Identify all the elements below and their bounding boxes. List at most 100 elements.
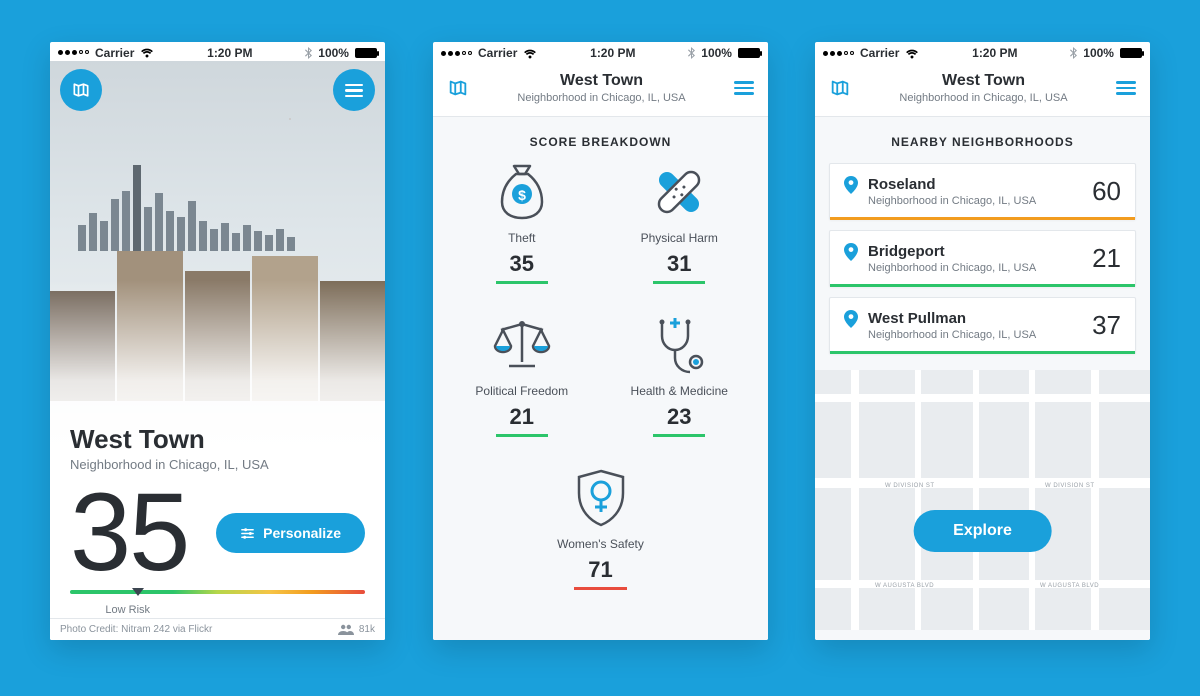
pin-icon (844, 176, 858, 194)
carrier-label: Carrier (478, 46, 517, 60)
statusbar: Carrier 1:20 PM 100% (50, 42, 385, 61)
nearby-score: 37 (1092, 310, 1121, 341)
metric-label: Women's Safety (557, 537, 644, 551)
personalize-label: Personalize (263, 525, 341, 541)
svg-text:$: $ (518, 187, 526, 203)
metric-womens-safety[interactable]: Women's Safety 71 (557, 465, 644, 590)
road-label: W AUGUSTA BLVD (875, 583, 934, 589)
carrier-label: Carrier (860, 46, 899, 60)
shield-female-icon (568, 465, 634, 531)
risk-gauge: Low Risk (70, 590, 365, 616)
clock-label: 1:20 PM (590, 46, 635, 60)
scores-body: SCORE BREAKDOWN $ Theft 35 Physical Harm… (433, 117, 768, 640)
population-label: 81k (359, 624, 375, 635)
header-subtitle: Neighborhood in Chicago, IL, USA (469, 92, 734, 104)
score-bar (830, 351, 1135, 354)
carrier-label: Carrier (95, 46, 134, 60)
phone-overview: Carrier 1:20 PM 100% (50, 42, 385, 640)
header-title: West Town (469, 72, 734, 90)
map[interactable]: W DIVISION ST W DIVISION ST W AUGUSTA BL… (815, 370, 1150, 630)
metric-health-medicine[interactable]: Health & Medicine 23 (601, 312, 759, 437)
signal-dots-icon (58, 50, 89, 55)
bluetooth-icon (305, 47, 312, 59)
menu-button[interactable] (333, 69, 375, 111)
nearby-item[interactable]: Bridgeport Neighborhood in Chicago, IL, … (829, 230, 1136, 287)
hero-footer: Photo Credit: Nitram 242 via Flickr 81k (50, 618, 385, 640)
app-logo-button[interactable] (60, 69, 102, 111)
metric-theft[interactable]: $ Theft 35 (443, 159, 601, 284)
app-header: West Town Neighborhood in Chicago, IL, U… (433, 62, 768, 117)
hamburger-icon (345, 84, 363, 98)
explore-label: Explore (953, 522, 1012, 540)
section-title: SCORE BREAKDOWN (433, 117, 768, 159)
metric-value: 23 (653, 404, 705, 437)
app-header: West Town Neighborhood in Chicago, IL, U… (815, 62, 1150, 117)
header-subtitle: Neighborhood in Chicago, IL, USA (851, 92, 1116, 104)
explore-button[interactable]: Explore (913, 510, 1052, 552)
overall-score: 35 (70, 478, 188, 588)
header-title: West Town (851, 72, 1116, 90)
nearby-item[interactable]: West Pullman Neighborhood in Chicago, IL… (829, 297, 1136, 354)
road-label: W DIVISION ST (885, 483, 935, 489)
personalize-button[interactable]: Personalize (216, 513, 365, 553)
gauge-indicator-icon (132, 588, 144, 596)
stethoscope-icon (646, 312, 712, 378)
metric-label: Theft (508, 231, 535, 245)
menu-button[interactable] (734, 81, 754, 95)
clock-label: 1:20 PM (207, 46, 252, 60)
nearby-score: 60 (1092, 176, 1121, 207)
app-logo-icon[interactable] (829, 77, 851, 99)
nearby-score: 21 (1092, 243, 1121, 274)
nearby-list: Roseland Neighborhood in Chicago, IL, US… (815, 159, 1150, 370)
metric-value: 35 (496, 251, 548, 284)
score-bar (830, 284, 1135, 287)
mockup-stage: Carrier 1:20 PM 100% (0, 0, 1200, 696)
app-logo-icon[interactable] (447, 77, 469, 99)
metric-value: 21 (496, 404, 548, 437)
scales-icon (489, 312, 555, 378)
metric-political-freedom[interactable]: Political Freedom 21 (443, 312, 601, 437)
wifi-icon (523, 48, 537, 59)
section-title: NEARBY NEIGHBORHOODS (815, 117, 1150, 159)
menu-button[interactable] (1116, 81, 1136, 95)
pin-icon (844, 310, 858, 328)
phone-scores: Carrier 1:20 PM 100% West Town Neighborh… (433, 42, 768, 640)
hero: West Town Neighborhood in Chicago, IL, U… (50, 61, 385, 640)
nearby-name: West Pullman (868, 310, 1036, 327)
nearby-body: NEARBY NEIGHBORHOODS Roseland Neighborho… (815, 117, 1150, 640)
risk-label: Low Risk (105, 604, 365, 616)
metric-label: Health & Medicine (631, 384, 728, 398)
pin-icon (844, 243, 858, 261)
signal-dots-icon (441, 51, 472, 56)
map-fold-icon (71, 80, 91, 100)
road-label: W DIVISION ST (1045, 483, 1095, 489)
photo-credit: Photo Credit: Nitram 242 via Flickr (60, 624, 212, 635)
battery-pct-label: 100% (318, 46, 349, 60)
battery-icon (1120, 48, 1142, 58)
score-bar (830, 217, 1135, 220)
nearby-sub: Neighborhood in Chicago, IL, USA (868, 195, 1036, 207)
battery-pct-label: 100% (1083, 46, 1114, 60)
bluetooth-icon (1070, 47, 1077, 59)
metric-value: 71 (574, 557, 626, 590)
nearby-sub: Neighborhood in Chicago, IL, USA (868, 329, 1036, 341)
metric-physical-harm[interactable]: Physical Harm 31 (601, 159, 759, 284)
place-subtitle: Neighborhood in Chicago, IL, USA (70, 457, 365, 472)
bluetooth-icon (688, 47, 695, 59)
wifi-icon (905, 48, 919, 59)
statusbar: Carrier 1:20 PM 100% (433, 42, 768, 62)
metric-label: Political Freedom (475, 384, 568, 398)
battery-icon (738, 48, 760, 58)
nearby-sub: Neighborhood in Chicago, IL, USA (868, 262, 1036, 274)
road-label: W AUGUSTA BLVD (1040, 583, 1099, 589)
battery-pct-label: 100% (701, 46, 732, 60)
nearby-name: Bridgeport (868, 243, 1036, 260)
bandage-icon (646, 159, 712, 225)
money-bag-icon: $ (489, 159, 555, 225)
wifi-icon (140, 47, 154, 58)
nearby-item[interactable]: Roseland Neighborhood in Chicago, IL, US… (829, 163, 1136, 220)
signal-dots-icon (823, 51, 854, 56)
skyline-illustration (50, 161, 385, 251)
phone-nearby: Carrier 1:20 PM 100% West Town Neighborh… (815, 42, 1150, 640)
people-icon (338, 624, 354, 635)
